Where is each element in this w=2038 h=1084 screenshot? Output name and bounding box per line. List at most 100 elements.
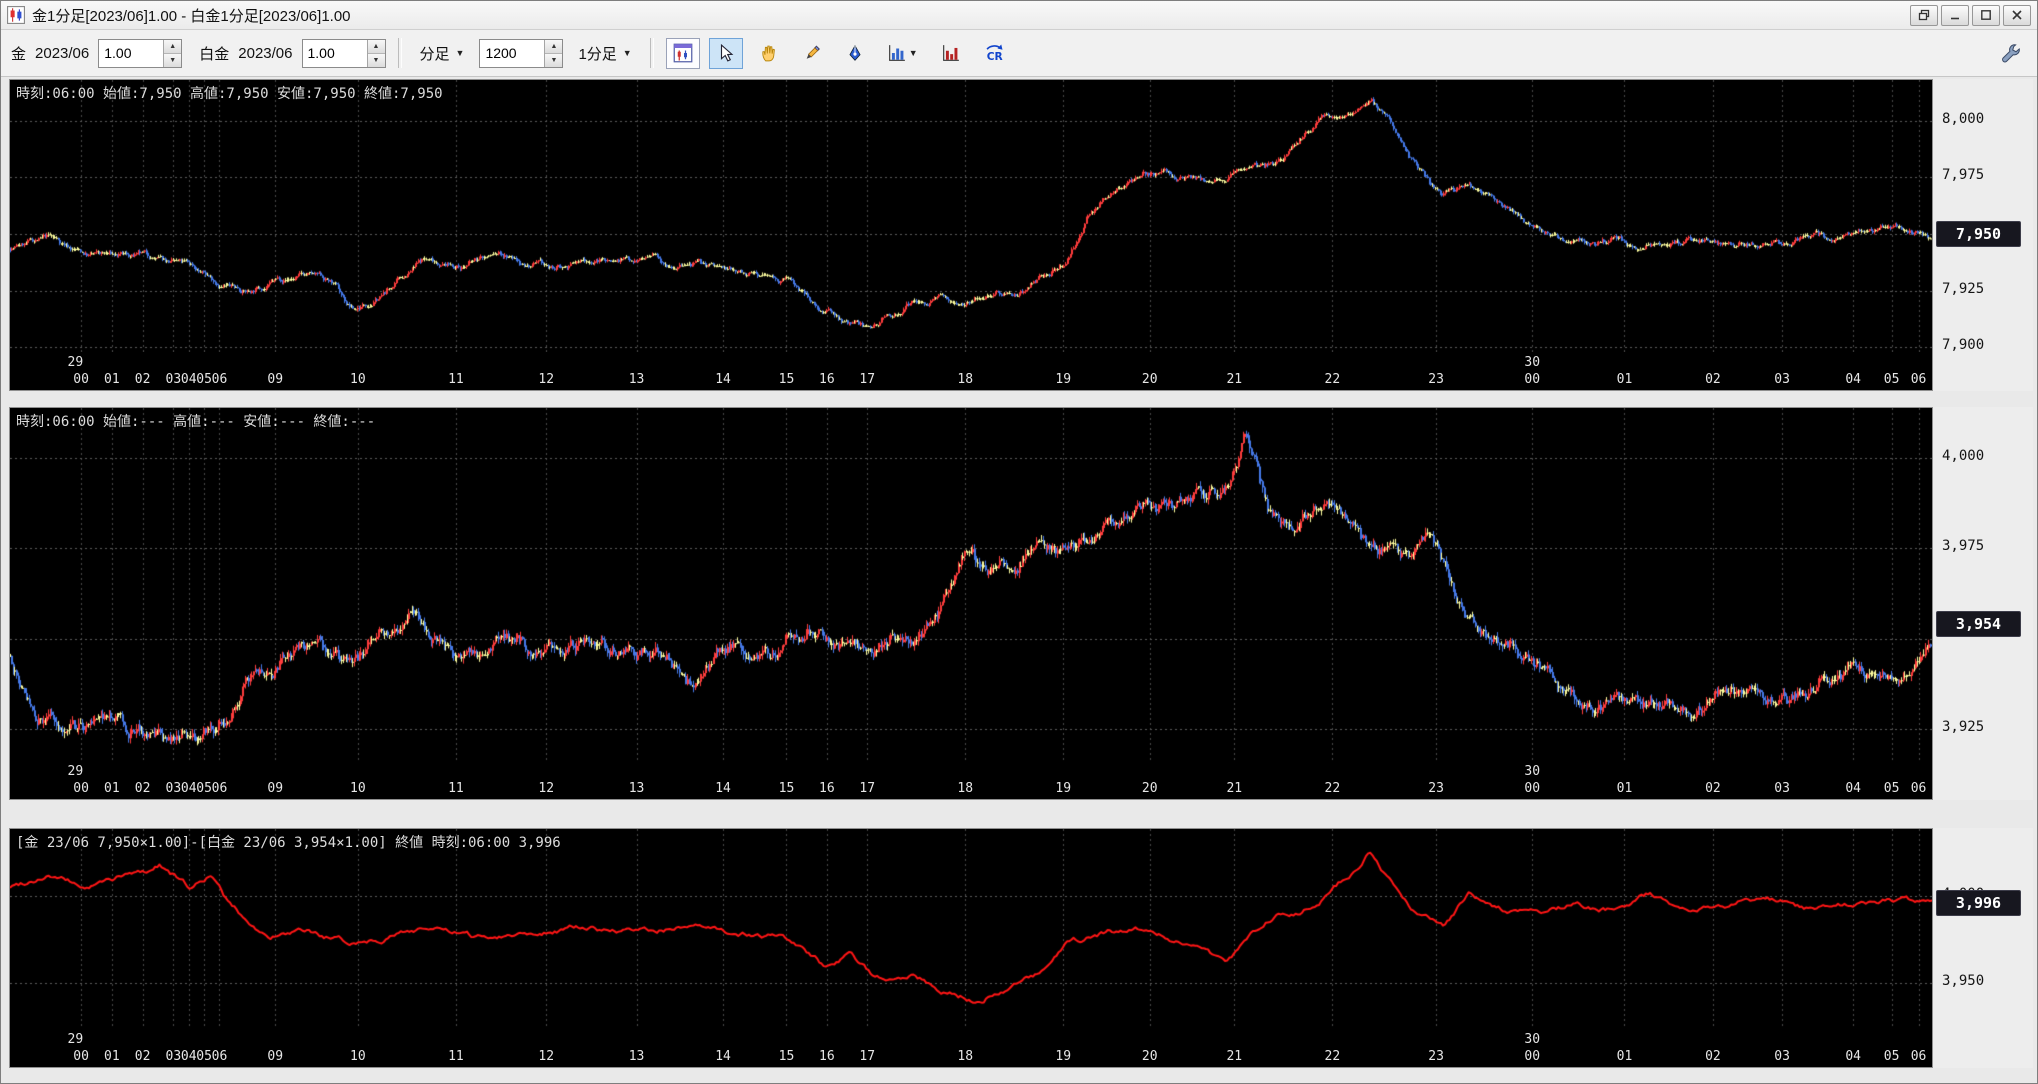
toolbar: 金 2023/06 ▲▼ 白金 2023/06 ▲▼ 分足 ▼ ▲▼ 1分足 ▼	[1, 30, 2037, 77]
y-price-label: 7,975	[1942, 167, 1984, 183]
x-time-label: 19	[1055, 781, 1071, 796]
x-time-label: 13	[629, 781, 645, 796]
x-time-label: 02	[135, 1049, 151, 1064]
chevron-down-icon: ▼	[909, 48, 918, 58]
gold-price-axis: 8,0007,9757,9257,9007,950	[1933, 79, 2033, 391]
plot-area: 時刻:06:00 始値:7,950 高値:7,950 安値:7,950 終値:7…	[9, 79, 1933, 391]
svg-text:CR: CR	[986, 50, 1002, 63]
gold-multiplier-down-button[interactable]: ▼	[164, 54, 181, 67]
platinum-multiplier-input[interactable]	[303, 40, 367, 67]
x-time-label: 03	[1774, 372, 1790, 387]
cr-refresh-icon: CR	[984, 43, 1004, 63]
spread-chart-canvas[interactable]	[10, 829, 1932, 1029]
current-price-box: 3,954	[1936, 611, 2021, 637]
x-time-label: 02	[135, 781, 151, 796]
bar-type-dropdown[interactable]: 分足 ▼	[414, 39, 471, 68]
x-time-label: 18	[957, 1049, 973, 1064]
draw-tool-button[interactable]	[838, 38, 872, 69]
x-time-label: 22	[1325, 781, 1341, 796]
platinum-month-label: 2023/06	[238, 45, 292, 62]
x-time-label: 01	[1617, 1049, 1633, 1064]
x-date-label: 30	[1524, 355, 1540, 370]
histogram-button[interactable]	[934, 38, 968, 69]
platinum-chart-canvas[interactable]	[10, 408, 1932, 761]
bar-count-spin-buttons: ▲▼	[544, 40, 562, 67]
float-window-button[interactable]	[1910, 5, 1938, 26]
gold-chart-canvas[interactable]	[10, 80, 1932, 352]
x-time-label: 05	[1884, 372, 1900, 387]
x-axis-dates: 29 30	[10, 355, 1932, 370]
pan-tool-button[interactable]	[752, 38, 786, 69]
platinum-label: 白金	[199, 43, 229, 64]
bar-type-label: 分足	[420, 43, 450, 64]
gold-multiplier-up-button[interactable]: ▲	[164, 40, 181, 54]
platinum-multiplier-stepper: ▲▼	[302, 39, 386, 68]
x-time-label: 15	[779, 781, 795, 796]
close-button[interactable]	[2003, 5, 2031, 26]
window-controls	[1910, 5, 2031, 26]
x-time-label: 00	[1524, 372, 1540, 387]
x-time-label: 02	[1705, 1049, 1721, 1064]
x-time-label: 10	[350, 781, 366, 796]
spread-chart-panel: [金 23/06 7,950×1.00]-[白金 23/06 3,954×1.0…	[9, 828, 2033, 1068]
x-time-label: 19	[1055, 372, 1071, 387]
chart-type-button[interactable]: ▼	[881, 38, 925, 69]
x-time-label: 11	[448, 372, 464, 387]
spread-info: [金 23/06 7,950×1.00]-[白金 23/06 3,954×1.0…	[16, 832, 561, 852]
x-time-label: 06	[212, 781, 228, 796]
x-time-label: 04	[1845, 1049, 1861, 1064]
x-axis-labels: 0001020304050609101112131415161718192021…	[10, 372, 1932, 388]
x-axis-dates: 2930	[10, 764, 1932, 779]
current-price-box: 7,950	[1936, 221, 2021, 247]
x-time-label: 20	[1142, 781, 1158, 796]
x-time-label: 21	[1226, 1049, 1242, 1064]
x-time-label: 05	[1884, 781, 1900, 796]
plot-area: [金 23/06 7,950×1.00]-[白金 23/06 3,954×1.0…	[9, 828, 1933, 1068]
x-time-label: 06	[212, 372, 228, 387]
platinum-multiplier-down-button[interactable]: ▼	[368, 54, 385, 67]
x-time-label: 04	[181, 781, 197, 796]
x-time-label: 23	[1428, 781, 1444, 796]
toolbar-separator	[398, 38, 402, 68]
bar-count-down-button[interactable]: ▼	[545, 54, 562, 67]
trendline-tool-button[interactable]	[795, 38, 829, 69]
x-date-label: 29	[68, 355, 84, 370]
x-time-label: 01	[104, 372, 120, 387]
pen-icon	[846, 44, 864, 62]
chart-window-button[interactable]	[666, 38, 700, 69]
x-time-label: 05	[196, 372, 212, 387]
platinum-price-axis: 4,0003,9753,9253,954	[1933, 407, 2033, 800]
interval-dropdown[interactable]: 1分足 ▼	[572, 39, 637, 68]
gold-label: 金	[11, 43, 26, 64]
x-time-label: 01	[1617, 372, 1633, 387]
x-time-label: 03	[166, 372, 182, 387]
gold-multiplier-spin-buttons: ▲▼	[163, 40, 181, 67]
minimize-button[interactable]	[1941, 5, 1969, 26]
plot-area: 時刻:06:00 始値:--- 高値:--- 安値:--- 終値:--- 293…	[9, 407, 1933, 800]
bar-count-stepper: ▲▼	[479, 39, 563, 68]
select-tool-button[interactable]	[709, 38, 743, 69]
x-time-label: 05	[1884, 1049, 1900, 1064]
x-time-label: 14	[715, 781, 731, 796]
maximize-icon	[1980, 9, 1992, 21]
x-time-label: 10	[350, 372, 366, 387]
x-time-label: 19	[1055, 1049, 1071, 1064]
x-time-label: 04	[1845, 372, 1861, 387]
platinum-multiplier-up-button[interactable]: ▲	[368, 40, 385, 54]
x-time-label: 23	[1428, 372, 1444, 387]
x-time-label: 22	[1325, 1049, 1341, 1064]
minimize-icon	[1949, 9, 1961, 21]
x-time-label: 00	[1524, 781, 1540, 796]
bar-count-up-button[interactable]: ▲	[545, 40, 562, 54]
maximize-button[interactable]	[1972, 5, 2000, 26]
x-time-label: 03	[1774, 1049, 1790, 1064]
x-time-label: 13	[629, 1049, 645, 1064]
x-time-label: 05	[196, 781, 212, 796]
platinum-ohlc-info: 時刻:06:00 始値:--- 高値:--- 安値:--- 終値:---	[16, 411, 375, 431]
x-date-label: 29	[68, 764, 84, 779]
bar-count-input[interactable]	[480, 40, 544, 67]
x-time-label: 16	[819, 781, 835, 796]
gold-multiplier-input[interactable]	[99, 40, 163, 67]
settings-button[interactable]	[1993, 38, 2027, 69]
refresh-button[interactable]: CR	[977, 38, 1011, 69]
